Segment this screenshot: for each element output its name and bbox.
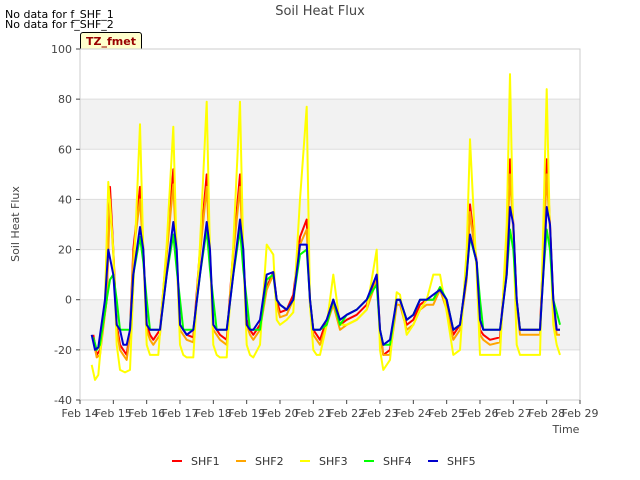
y-tick-label: -20	[54, 344, 72, 357]
x-tick-label: Feb 22	[328, 407, 365, 420]
y-tick-label: 0	[65, 294, 72, 307]
y-tick-label: 80	[58, 93, 72, 106]
chart-title: Soil Heat Flux	[275, 4, 365, 19]
legend-label-shf4: SHF4	[383, 455, 412, 468]
x-tick-label: Feb 16	[128, 407, 165, 420]
y-tick-label: 20	[58, 244, 72, 257]
x-tick-label: Feb 25	[428, 407, 465, 420]
legend-label-shf2: SHF2	[255, 455, 284, 468]
x-tick-label: Feb 27	[495, 407, 532, 420]
x-tick-label: Feb 29	[562, 407, 599, 420]
x-tick-label: Feb 18	[195, 407, 232, 420]
y-tick-label: -40	[54, 394, 72, 407]
x-tick-label: Feb 28	[528, 407, 565, 420]
legend-label-shf3: SHF3	[319, 455, 348, 468]
y-axis-ticks: -40 -20 0 20 40 60 80 100	[51, 43, 80, 407]
x-tick-label: Feb 20	[262, 407, 299, 420]
x-tick-label: Feb 26	[462, 407, 499, 420]
y-axis-label: Soil Heat Flux	[9, 186, 22, 262]
x-tick-label: Feb 24	[395, 407, 432, 420]
x-axis-ticks: Feb 14Feb 15Feb 16Feb 17Feb 18Feb 19Feb …	[62, 400, 599, 420]
y-tick-label: 40	[58, 193, 72, 206]
legend-label-shf5: SHF5	[447, 455, 476, 468]
chart: Soil Heat Flux -40 -20 0 20 40 60 80 100 Feb 14…	[9, 4, 599, 468]
x-tick-label: Feb 17	[162, 407, 199, 420]
grid-bands	[80, 48, 580, 401]
x-axis-label: Time	[552, 423, 580, 436]
grid-band	[80, 99, 580, 150]
x-tick-label: Feb 21	[295, 407, 332, 420]
x-tick-label: Feb 23	[362, 407, 399, 420]
y-tick-label: 60	[58, 143, 72, 156]
x-tick-label: Feb 19	[228, 407, 265, 420]
y-tick-label: 100	[51, 43, 72, 56]
legend: SHF1 SHF2 SHF3 SHF4 SHF5	[172, 455, 476, 468]
legend-label-shf1: SHF1	[191, 455, 220, 468]
x-tick-label: Feb 15	[95, 407, 132, 420]
x-tick-label: Feb 14	[62, 407, 99, 420]
